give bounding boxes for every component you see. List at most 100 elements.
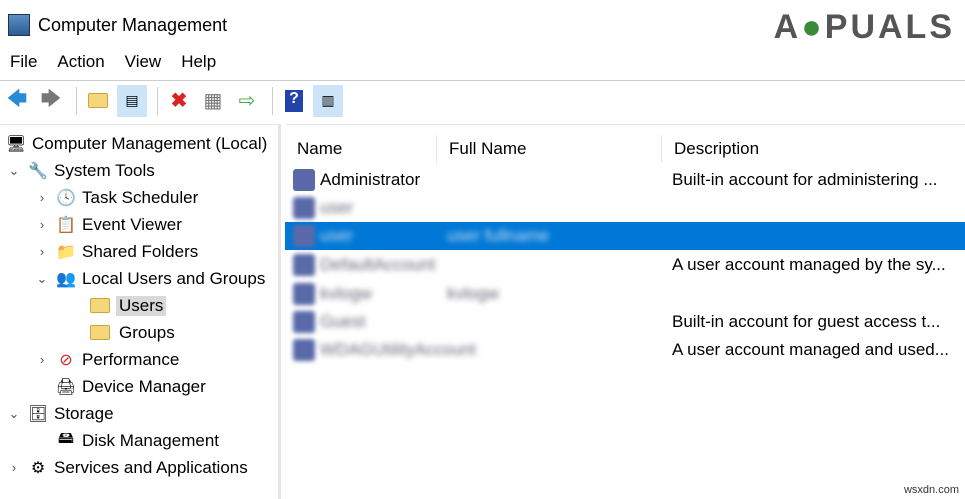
computer-icon: 🖥 xyxy=(5,135,27,153)
tree-device-manager[interactable]: 🖨 Device Manager xyxy=(50,373,206,400)
tree-computer-management[interactable]: 🖥 Computer Management (Local) xyxy=(0,130,267,157)
forward-icon[interactable]: 🡆 xyxy=(36,85,66,117)
chevron-right-icon[interactable]: › xyxy=(34,190,50,205)
tree-label: Storage xyxy=(54,403,114,423)
menu-help[interactable]: Help xyxy=(171,52,226,78)
user-icon xyxy=(293,283,315,305)
user-name: kvlogw xyxy=(320,284,372,303)
tree-services-applications[interactable]: › ⚙ Services and Applications xyxy=(6,454,248,481)
user-full-name: kvlogw xyxy=(447,284,499,303)
user-icon xyxy=(293,169,315,191)
column-header-name[interactable]: Name xyxy=(285,135,437,163)
table-row[interactable]: WDAGUtilityAccount A user account manage… xyxy=(285,336,965,364)
tree-label: Computer Management (Local) xyxy=(32,133,268,153)
tree-performance[interactable]: › ⊘ Performance xyxy=(34,346,180,373)
window-title: Computer Management xyxy=(38,14,228,35)
toolbar-divider xyxy=(157,86,158,115)
menu-action[interactable]: Action xyxy=(47,52,114,78)
show-hide-action-pane-icon[interactable]: ▥ xyxy=(313,84,343,117)
computer-management-icon xyxy=(8,14,30,36)
table-row[interactable]: Guest Built-in account for guest access … xyxy=(285,308,965,336)
tree-label: Local Users and Groups xyxy=(82,268,266,288)
tree-groups[interactable]: Groups xyxy=(84,319,175,346)
user-name: Guest xyxy=(320,312,366,331)
user-description: A user account managed by the sy... xyxy=(672,255,946,274)
footer-watermark: wsxdn.com xyxy=(903,484,959,496)
table-row[interactable]: DefaultAccount A user account managed by… xyxy=(285,251,965,279)
back-icon[interactable]: 🡄 xyxy=(2,85,32,117)
clock-icon: 🕓 xyxy=(56,189,76,207)
user-icon xyxy=(293,339,315,361)
chevron-right-icon[interactable]: › xyxy=(34,352,50,367)
user-icon xyxy=(293,197,315,219)
tree-users[interactable]: Users xyxy=(84,292,167,319)
up-folder-icon[interactable] xyxy=(83,85,113,117)
storage-icon: 🗄 xyxy=(27,405,49,423)
menu-file[interactable]: File xyxy=(0,52,47,78)
toolbar-divider xyxy=(272,86,273,115)
chevron-down-icon[interactable]: ⌄ xyxy=(34,271,50,287)
menu-bar: File Action View Help xyxy=(0,52,226,78)
chevron-right-icon[interactable]: › xyxy=(34,217,50,232)
tree-label: Users xyxy=(116,295,167,316)
menu-view[interactable]: View xyxy=(115,52,172,78)
user-name: DefaultAccount xyxy=(320,255,436,274)
device-manager-icon: 🖨 xyxy=(55,378,77,396)
table-row[interactable]: kvlogw kvlogw xyxy=(285,280,965,308)
tree-event-viewer[interactable]: › 📋 Event Viewer xyxy=(34,211,182,238)
user-full-name: user fullname xyxy=(447,226,550,245)
services-icon: ⚙ xyxy=(30,459,46,477)
export-list-icon[interactable]: ⇨ xyxy=(232,85,262,117)
user-name: user xyxy=(320,198,354,217)
chevron-right-icon[interactable]: › xyxy=(34,244,50,259)
tree-label: Shared Folders xyxy=(82,241,199,261)
user-name: WDAGUtilityAccount xyxy=(320,340,476,359)
chevron-right-icon[interactable]: › xyxy=(6,460,22,475)
tree-label: Groups xyxy=(119,322,175,342)
shared-folder-icon: 📁 xyxy=(56,243,76,261)
disk-icon: 🖴 xyxy=(57,430,75,447)
toolbar-divider xyxy=(76,86,77,115)
folder-icon xyxy=(88,295,112,317)
user-name: Administrator xyxy=(320,170,421,189)
event-viewer-icon: 📋 xyxy=(56,216,76,234)
performance-icon: ⊘ xyxy=(59,351,73,369)
users-icon: 👥 xyxy=(56,270,76,288)
column-header-full-name[interactable]: Full Name xyxy=(437,135,662,163)
delete-icon[interactable]: ✖ xyxy=(164,85,194,117)
tree-task-scheduler[interactable]: › 🕓 Task Scheduler xyxy=(34,184,198,211)
tree-local-users-groups[interactable]: ⌄ 👥 Local Users and Groups xyxy=(34,265,266,292)
chevron-down-icon[interactable]: ⌄ xyxy=(6,163,22,179)
user-description: Built-in account for guest access t... xyxy=(672,312,941,331)
user-name: user xyxy=(320,226,354,245)
watermark-logo: A●PUALS xyxy=(773,8,955,46)
user-icon xyxy=(293,311,315,333)
console-tree: 🖥 Computer Management (Local) ⌄ 🔧 System To… xyxy=(0,124,281,499)
users-list: Name Full Name Description Administrator… xyxy=(285,124,965,499)
table-row-selected[interactable]: user user fullname xyxy=(285,222,965,250)
tree-label: Performance xyxy=(82,349,180,369)
tree-label: Task Scheduler xyxy=(82,187,199,207)
tree-shared-folders[interactable]: › 📁 Shared Folders xyxy=(34,238,198,265)
tree-system-tools[interactable]: ⌄ 🔧 System Tools xyxy=(6,157,155,184)
properties-icon[interactable]: ▦ xyxy=(198,85,228,117)
user-icon xyxy=(293,225,315,247)
tree-label: Services and Applications xyxy=(54,457,248,477)
show-hide-console-tree-icon[interactable]: ▤ xyxy=(117,84,147,117)
tree-label: Event Viewer xyxy=(82,214,182,234)
tree-disk-management[interactable]: 🖴 Disk Management xyxy=(50,427,219,454)
user-description: A user account managed and used... xyxy=(672,340,949,359)
folder-icon xyxy=(88,322,112,344)
tools-icon: 🔧 xyxy=(28,162,48,180)
help-icon[interactable]: ? xyxy=(279,85,309,117)
column-header-description[interactable]: Description xyxy=(662,135,965,163)
tree-storage[interactable]: ⌄ 🗄 Storage xyxy=(6,400,114,427)
tree-label: System Tools xyxy=(54,160,155,180)
tree-label: Device Manager xyxy=(82,376,206,396)
user-icon xyxy=(293,254,315,276)
chevron-down-icon[interactable]: ⌄ xyxy=(6,406,22,422)
table-row[interactable]: user xyxy=(285,194,965,222)
user-description: Built-in account for administering ... xyxy=(672,170,938,189)
table-row[interactable]: Administrator Built-in account for admin… xyxy=(285,166,965,194)
toolbar: 🡄 🡆 ▤ ✖ ▦ ⇨ ? ▥ xyxy=(0,80,965,120)
